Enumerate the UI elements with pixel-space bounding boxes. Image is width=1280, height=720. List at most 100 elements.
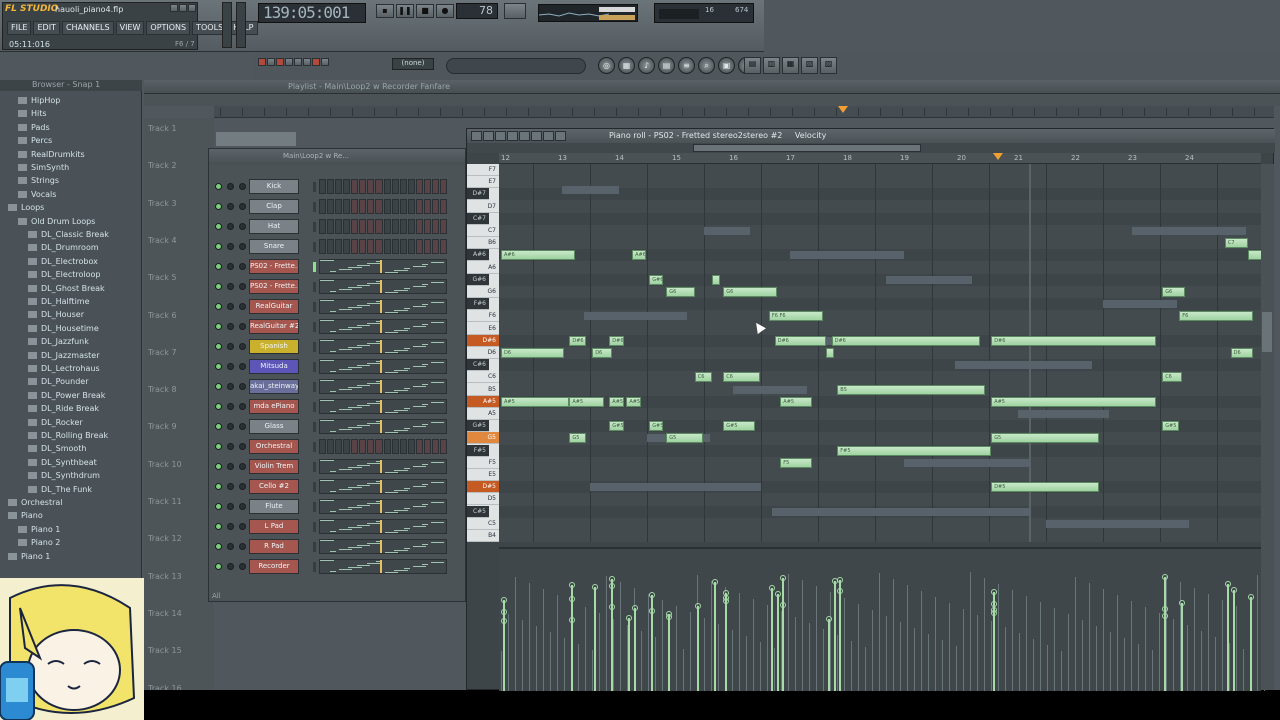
note[interactable]: D#6 <box>991 335 1157 346</box>
channel-select[interactable] <box>313 502 316 512</box>
channel-pan-knob[interactable] <box>227 243 234 250</box>
channel-mute-led[interactable] <box>215 243 222 250</box>
piano-key[interactable]: F5 <box>467 457 499 469</box>
note[interactable]: C6 <box>723 372 761 383</box>
channel-pan-knob[interactable] <box>227 383 234 390</box>
velocity-handle-icon[interactable] <box>501 597 507 603</box>
browser-item[interactable]: DL_Ride Break <box>28 402 99 415</box>
rec-option-1[interactable] <box>258 58 266 66</box>
browser-item[interactable]: DL_Pounder <box>28 375 88 388</box>
channel-select[interactable] <box>313 362 316 372</box>
note[interactable]: G5 <box>666 433 704 444</box>
step-button[interactable] <box>407 219 415 234</box>
browser-item[interactable]: RealDrumkits <box>18 148 85 161</box>
step-button[interactable] <box>343 199 351 214</box>
step-button[interactable] <box>319 239 327 254</box>
channel-button[interactable]: RealGuitar #2 <box>249 319 299 334</box>
piano-key[interactable]: A#6 <box>467 249 489 262</box>
step-button[interactable] <box>407 439 415 454</box>
channel-button[interactable]: Clap <box>249 199 299 214</box>
browser-item[interactable]: Pads <box>18 121 50 134</box>
zoom-icon[interactable]: ⌕ <box>698 57 715 74</box>
step-button[interactable] <box>383 179 391 194</box>
velocity-handle-icon[interactable] <box>632 605 639 611</box>
note[interactable] <box>711 274 721 285</box>
plugin-picker-icon[interactable]: ▣ <box>718 57 735 74</box>
step-button[interactable] <box>319 439 327 454</box>
velocity-handle-icon[interactable] <box>991 589 998 595</box>
step-button[interactable] <box>399 179 407 194</box>
menu-options[interactable]: OPTIONS <box>146 21 191 35</box>
step-button[interactable] <box>431 219 439 234</box>
browser-item[interactable]: DL_Rolling Break <box>28 429 108 442</box>
channel-button[interactable]: PS02 - Frette... <box>249 279 299 294</box>
channel-mute-led[interactable] <box>215 263 222 270</box>
channel-button[interactable]: Spanish <box>249 339 299 354</box>
channel-mute-led[interactable] <box>215 463 222 470</box>
channel-pan-knob[interactable] <box>227 483 234 490</box>
channel-button[interactable]: Kick <box>249 179 299 194</box>
channel-volume-knob[interactable] <box>239 543 246 550</box>
track-label[interactable]: Track 15 <box>148 646 182 655</box>
track-label[interactable]: Track 2 <box>148 161 177 170</box>
rec-option-7[interactable] <box>312 58 320 66</box>
pattern-selector[interactable]: (none) <box>392 58 434 70</box>
piano-key[interactable]: C5 <box>467 518 499 530</box>
step-button[interactable] <box>431 239 439 254</box>
browser-item[interactable]: Vocals <box>18 188 56 201</box>
velocity-handle-icon[interactable] <box>1162 574 1169 580</box>
channel-volume-knob[interactable] <box>239 263 246 270</box>
step-button[interactable] <box>383 219 391 234</box>
velocity-handle-icon[interactable] <box>1179 600 1186 606</box>
velocity-bar[interactable] <box>1162 606 1169 691</box>
track-label[interactable]: Track 5 <box>148 273 177 282</box>
select-tool-icon[interactable] <box>531 131 542 141</box>
rec-option-8[interactable] <box>321 58 329 66</box>
step-button[interactable] <box>415 239 423 254</box>
velocity-bar[interactable] <box>711 579 718 691</box>
channel-pan-knob[interactable] <box>227 323 234 330</box>
step-button[interactable] <box>375 439 383 454</box>
channel-select[interactable] <box>313 322 316 332</box>
menu-file[interactable]: FILE <box>7 21 32 35</box>
rec-option-3[interactable] <box>276 58 284 66</box>
rec-option-2[interactable] <box>267 58 275 66</box>
step-button[interactable] <box>423 239 431 254</box>
velocity-handle-icon[interactable] <box>1247 594 1254 600</box>
menu-view[interactable]: VIEW <box>115 21 145 35</box>
step-grid[interactable] <box>319 239 447 254</box>
channel-button[interactable]: Violin Trem <box>249 459 299 474</box>
step-button[interactable] <box>319 219 327 234</box>
step-button[interactable] <box>431 439 439 454</box>
piano-key[interactable]: D#6 <box>467 334 499 347</box>
channel-mute-led[interactable] <box>215 323 222 330</box>
velocity-handle-icon[interactable] <box>1162 606 1169 612</box>
mini-piano-roll[interactable] <box>319 379 447 394</box>
velocity-handle-icon[interactable] <box>609 576 616 582</box>
channel-volume-knob[interactable] <box>239 383 246 390</box>
channel-mute-led[interactable] <box>215 383 222 390</box>
menu-channels[interactable]: CHANNELS <box>61 21 114 35</box>
piano-key[interactable]: D6 <box>467 347 499 359</box>
zoom-tool-icon[interactable] <box>543 131 554 141</box>
step-button[interactable] <box>367 199 375 214</box>
piano-roll-vscroll[interactable] <box>1261 164 1274 690</box>
mini-piano-roll[interactable] <box>319 419 447 434</box>
velocity-bar[interactable] <box>768 585 775 691</box>
channel-volume-knob[interactable] <box>239 343 246 350</box>
step-button[interactable] <box>327 439 335 454</box>
step-button[interactable] <box>415 199 423 214</box>
channel-select[interactable] <box>313 342 316 352</box>
record-button[interactable]: ● <box>436 4 454 18</box>
track-label[interactable]: Track 6 <box>148 311 177 320</box>
channel-mute-led[interactable] <box>215 563 222 570</box>
piano-key[interactable]: F6 <box>467 310 499 323</box>
playhead-marker-icon[interactable] <box>993 153 1003 160</box>
mini-piano-roll[interactable] <box>319 299 447 314</box>
velocity-bar[interactable] <box>723 595 730 691</box>
note[interactable]: A#5 <box>501 396 570 407</box>
track-label[interactable]: Track 14 <box>148 609 182 618</box>
note[interactable]: A#5 <box>780 396 812 407</box>
browser-item[interactable]: DL_Electrobox <box>28 255 98 268</box>
browser-item[interactable]: Old Drum Loops <box>18 215 95 228</box>
